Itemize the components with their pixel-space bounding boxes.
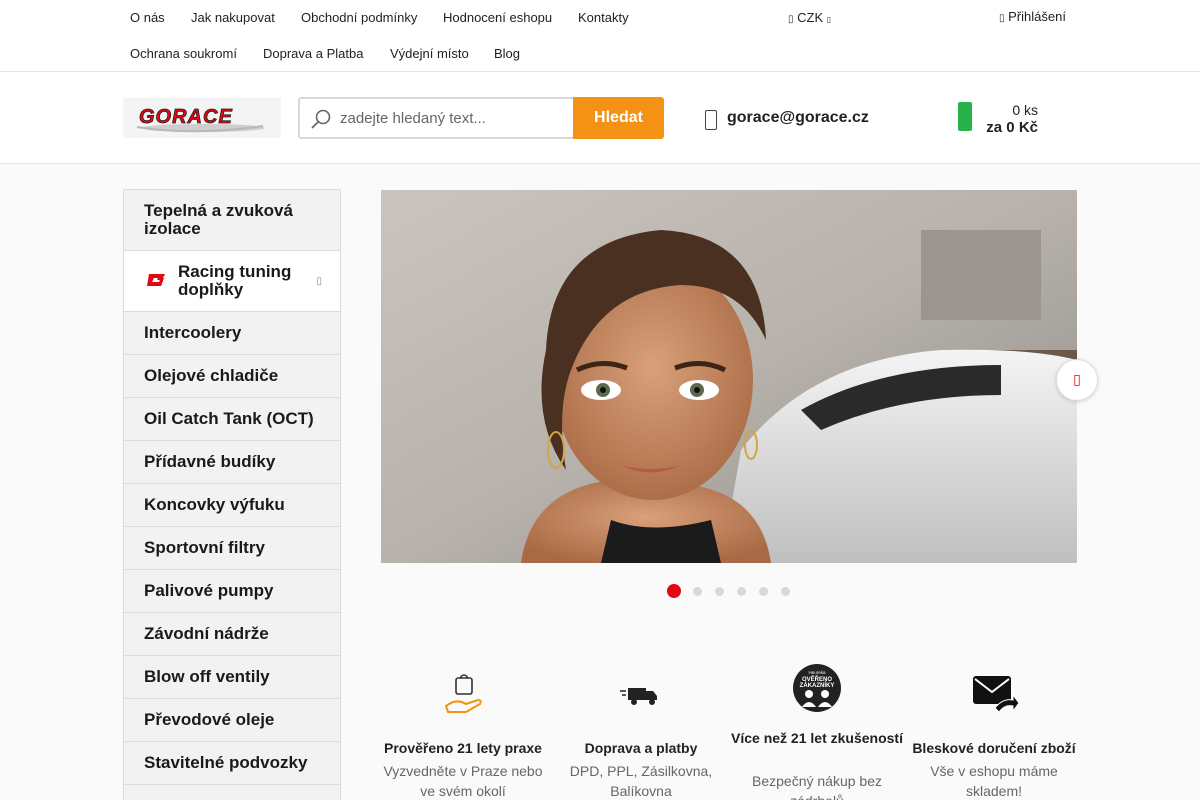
category-item[interactable]: Sportovní filtry: [124, 527, 340, 570]
banner-image: [381, 190, 1077, 563]
benefit-title: Doprava a platby: [584, 740, 698, 756]
svg-text:OVĚŘENO: OVĚŘENO: [802, 675, 832, 683]
category-item[interactable]: Blow off ventily: [124, 656, 340, 699]
login-label: Přihlášení: [1008, 9, 1066, 24]
site-logo[interactable]: GORACE: [123, 98, 281, 138]
slider-dot[interactable]: [715, 587, 724, 596]
email-link[interactable]: gorace@gorace.cz: [727, 109, 869, 127]
nav-link-doprava-a-platba[interactable]: Doprava a Platba: [263, 46, 363, 61]
search-input[interactable]: [340, 107, 565, 129]
benefit-title: Prověřeno 21 lety praxe: [384, 740, 542, 756]
currency-selector[interactable]: ▯ CZK ▯: [788, 10, 831, 25]
slider-dot[interactable]: [737, 587, 746, 596]
cart-total[interactable]: za 0 Kč: [986, 119, 1038, 136]
gorace-logo-icon: GORACE: [123, 98, 281, 138]
benefit-title: Bleskové doručení zboží: [912, 740, 1076, 756]
category-sidebar: Tepelná a zvuková izolace Racing tuning …: [123, 189, 341, 800]
chevron-down-icon: ▯: [826, 15, 832, 24]
login-link[interactable]: ▯ Přihlášení: [999, 9, 1066, 24]
nav-link-blog[interactable]: Blog: [494, 46, 520, 61]
nav-link-jak-nakupovat[interactable]: Jak nakupovat: [191, 10, 275, 25]
category-item-racing[interactable]: Racing tuning doplňky ▯: [124, 251, 340, 312]
user-icon: ▯: [999, 13, 1005, 24]
hand-bag-icon: [444, 674, 482, 713]
category-item[interactable]: Koncovky výfuku: [124, 484, 340, 527]
email-icon: [705, 110, 717, 130]
slider-dot[interactable]: [693, 587, 702, 596]
gorace-g-icon: [147, 274, 165, 286]
slider-dot[interactable]: [781, 587, 790, 596]
benefit-description: Bezpečný nákup bez zádrhelů: [752, 773, 882, 800]
delivery-truck-icon: [620, 688, 657, 705]
nav-link-o-nas[interactable]: O nás: [130, 10, 165, 25]
slider-dot[interactable]: [759, 587, 768, 596]
nav-link-ochrana-soukromi[interactable]: Ochrana soukromí: [130, 46, 237, 61]
category-item[interactable]: Tepelná a zvuková izolace: [124, 190, 340, 251]
search-icon: [311, 109, 331, 129]
slider-dot[interactable]: [667, 584, 681, 598]
category-item[interactable]: Olejové chladiče: [124, 355, 340, 398]
category-item[interactable]: Oil Catch Tank (OCT): [124, 398, 340, 441]
category-item[interactable]: Palivové pumpy: [124, 570, 340, 613]
mail-forward-icon: [973, 676, 1019, 713]
benefit-description: DPD, PPL, Zásilkovna, Balíkovna: [569, 763, 713, 799]
currency-label: CZK: [797, 10, 824, 25]
svg-text:ZÁKAZNÍKY: ZÁKAZNÍKY: [800, 681, 835, 689]
nav-link-obchodni-podminky[interactable]: Obchodní podmínky: [301, 10, 417, 25]
verified-badge-icon: Heureka OVĚŘENO ZÁKAZNÍKY: [793, 664, 841, 712]
benefit-description: Vše v eshopu máme skladem!: [930, 763, 1058, 799]
chevron-right-icon[interactable]: ▯: [316, 273, 322, 291]
benefit-title: Více než 21 let zkušeností: [731, 730, 903, 746]
nav-link-kontakty[interactable]: Kontakty: [578, 10, 629, 25]
slider-next-button[interactable]: ▯: [1056, 359, 1098, 401]
nav-link-vydejni-misto[interactable]: Výdejní místo: [390, 46, 469, 61]
svg-text:Heureka: Heureka: [808, 670, 826, 675]
slider-dots: [667, 584, 797, 598]
site-header: GORACE Hledat gorace@gorace.cz 0 ks za 0…: [0, 72, 1200, 164]
category-item[interactable]: Intercoolery: [124, 312, 340, 355]
nav-link-hodnoceni-eshopu[interactable]: Hodnocení eshopu: [443, 10, 552, 25]
currency-icon: ▯: [788, 14, 794, 25]
search-box: [298, 97, 574, 139]
cart-icon[interactable]: [958, 102, 972, 131]
category-item[interactable]: Přídavné budíky: [124, 441, 340, 484]
benefit-description: Vyzvedněte v Praze nebo ve svém okolí: [383, 763, 543, 799]
svg-text:GORACE: GORACE: [139, 106, 233, 128]
category-item[interactable]: Stavitelné podvozky: [124, 742, 340, 785]
category-label: Racing tuning doplňky: [178, 262, 292, 299]
cart-count[interactable]: 0 ks: [1012, 102, 1038, 118]
search-button[interactable]: Hledat: [573, 97, 664, 139]
category-item[interactable]: Závodní nádrže: [124, 613, 340, 656]
banner-slider[interactable]: [381, 190, 1077, 563]
category-item[interactable]: Převodové oleje: [124, 699, 340, 742]
top-navigation: O nás Jak nakupovat Obchodní podmínky Ho…: [0, 0, 1200, 72]
